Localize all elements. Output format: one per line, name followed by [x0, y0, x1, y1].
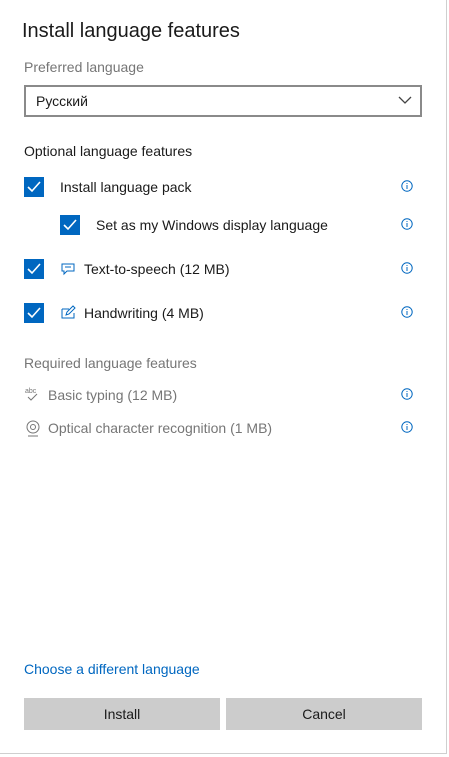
handwriting-checkbox[interactable]: [24, 303, 44, 323]
display-language-checkbox[interactable]: [60, 215, 80, 235]
info-icon[interactable]: [401, 306, 413, 318]
text-to-speech-checkbox[interactable]: [24, 259, 44, 279]
info-icon[interactable]: [401, 421, 413, 433]
pen-icon: [61, 305, 76, 319]
dialog-title: Install language features: [22, 20, 240, 42]
preferred-language-label: Preferred language: [24, 59, 144, 75]
checkmark-icon: [27, 307, 41, 319]
install-button[interactable]: Install: [24, 698, 220, 730]
checkmark-icon: [27, 181, 41, 193]
svg-text:abc: abc: [25, 388, 37, 395]
abc-check-icon: abc: [25, 388, 38, 401]
choose-different-language-link[interactable]: Choose a different language: [24, 661, 200, 677]
info-icon[interactable]: [401, 388, 413, 400]
info-icon[interactable]: [401, 262, 413, 274]
install-language-pack-label: Install language pack: [60, 179, 192, 195]
ocr-icon: [26, 420, 40, 437]
text-to-speech-label: Text-to-speech (12 MB): [84, 261, 230, 277]
cancel-button[interactable]: Cancel: [226, 698, 422, 730]
required-features-label: Required language features: [24, 355, 197, 371]
preferred-language-dropdown[interactable]: Русский: [24, 85, 422, 117]
ocr-label: Optical character recognition (1 MB): [48, 420, 273, 436]
checkmark-icon: [63, 219, 77, 231]
speech-icon: [61, 263, 75, 276]
chevron-down-icon: [398, 93, 412, 112]
selected-language: Русский: [36, 93, 88, 109]
display-language-label: Set as my Windows display language: [96, 217, 328, 233]
handwriting-label: Handwriting (4 MB): [84, 305, 204, 321]
install-language-dialog: Install language features Preferred lang…: [0, 0, 447, 754]
basic-typing-label: Basic typing (12 MB): [48, 387, 178, 403]
checkmark-icon: [27, 263, 41, 275]
install-language-pack-checkbox[interactable]: [24, 177, 44, 197]
optional-features-label: Optional language features: [24, 143, 193, 159]
info-icon[interactable]: [401, 180, 413, 192]
info-icon[interactable]: [401, 218, 413, 230]
